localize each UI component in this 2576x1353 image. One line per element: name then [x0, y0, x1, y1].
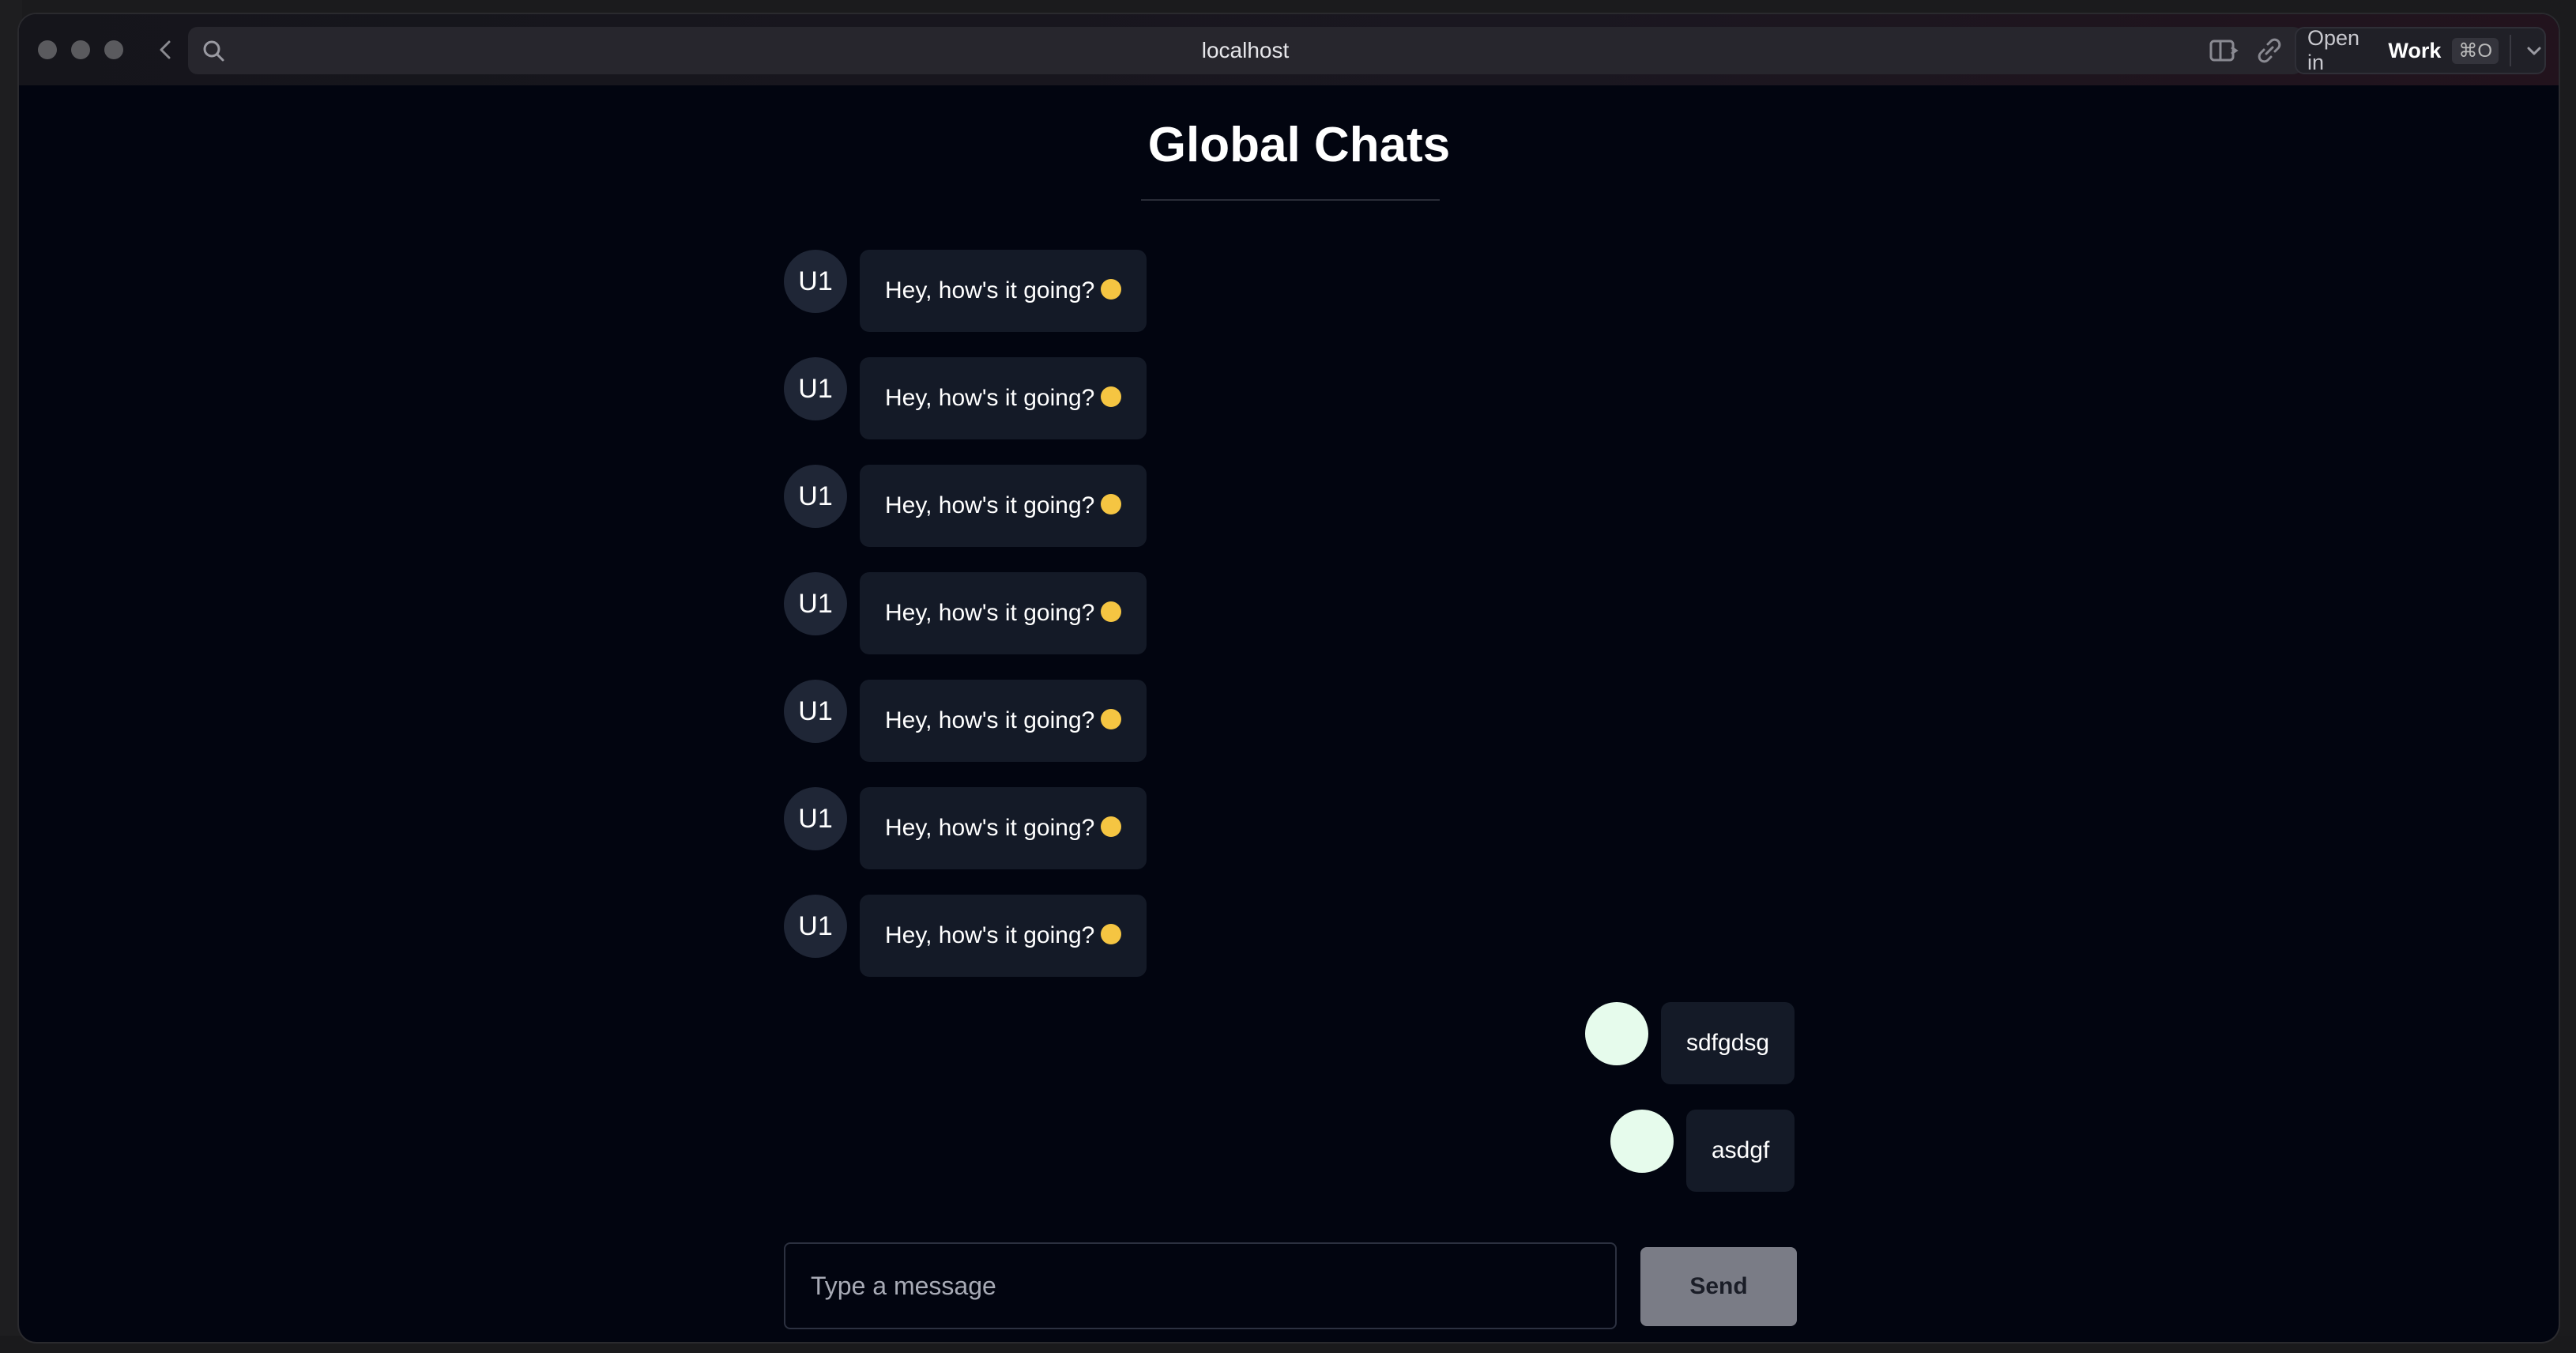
browser-window: localhost Open in Work ⌘O Global Chats U…: [19, 14, 2559, 1342]
title-divider: [1141, 199, 1440, 201]
avatar: U1: [784, 680, 847, 743]
message-text: sdfgdsg: [1686, 1030, 1770, 1056]
message-input[interactable]: [784, 1242, 1617, 1329]
open-in-target: Work: [2388, 38, 2442, 62]
avatar: U1: [784, 250, 847, 313]
message-text: Hey, how's it going?: [885, 707, 1095, 733]
avatar: U1: [784, 787, 847, 850]
sidebar-toggle-icon[interactable]: [2208, 36, 2239, 65]
message-text: Hey, how's it going?: [885, 277, 1095, 303]
message-row: U1 Hey, how's it going?: [784, 357, 1147, 439]
smiling-face-emoji-icon: [1101, 924, 1122, 945]
divider: [2510, 35, 2512, 66]
message-text: Hey, how's it going?: [885, 385, 1095, 411]
message-bubble: sdfgdsg: [1661, 1002, 1795, 1084]
avatar: U1: [784, 895, 847, 958]
message-row: U1 Hey, how's it going?: [784, 572, 1147, 654]
open-in-label: Open in: [2307, 26, 2360, 74]
back-button[interactable]: [150, 34, 182, 66]
window-controls: [38, 40, 123, 59]
open-in-work-button[interactable]: Open in Work ⌘O: [2295, 26, 2546, 74]
avatar: U1: [784, 357, 847, 420]
smiling-face-emoji-icon: [1101, 386, 1122, 408]
own-avatar: [1585, 1002, 1648, 1065]
message-text: Hey, how's it going?: [885, 815, 1095, 841]
message-bubble: Hey, how's it going?: [860, 465, 1147, 547]
message-text: asdgf: [1712, 1137, 1770, 1163]
smiling-face-emoji-icon: [1101, 709, 1122, 730]
message-bubble: Hey, how's it going?: [860, 357, 1147, 439]
own-message-row: sdfgdsg: [1585, 1002, 1795, 1084]
message-bubble: Hey, how's it going?: [860, 572, 1147, 654]
message-bubble: Hey, how's it going?: [860, 787, 1147, 869]
smiling-face-emoji-icon: [1101, 816, 1122, 838]
send-button[interactable]: Send: [1640, 1247, 1797, 1326]
zoom-window-button[interactable]: [104, 40, 123, 59]
minimize-window-button[interactable]: [71, 40, 90, 59]
chat-page: Global Chats U1 Hey, how's it going? U1 …: [19, 85, 2559, 1342]
page-title: Global Chats: [1147, 118, 1451, 172]
smiling-face-emoji-icon: [1101, 494, 1122, 515]
message-bubble: Hey, how's it going?: [860, 680, 1147, 762]
smiling-face-emoji-icon: [1101, 601, 1122, 623]
avatar: U1: [784, 572, 847, 635]
message-row: U1 Hey, how's it going?: [784, 895, 1147, 977]
message-text: Hey, how's it going?: [885, 600, 1095, 626]
close-window-button[interactable]: [38, 40, 57, 59]
link-icon[interactable]: [2254, 36, 2285, 65]
message-row: U1 Hey, how's it going?: [784, 787, 1147, 869]
keyboard-shortcut-badge: ⌘O: [2452, 37, 2499, 64]
message-bubble: Hey, how's it going?: [860, 250, 1147, 332]
avatar: U1: [784, 465, 847, 528]
url-text: localhost: [1201, 38, 1290, 62]
address-bar[interactable]: localhost: [188, 27, 2303, 74]
message-row: U1 Hey, how's it going?: [784, 465, 1147, 547]
message-text: Hey, how's it going?: [885, 922, 1095, 948]
own-message-row: asdgf: [1610, 1110, 1795, 1192]
chevron-down-icon[interactable]: [2524, 40, 2544, 61]
message-row: U1 Hey, how's it going?: [784, 250, 1147, 332]
message-row: U1 Hey, how's it going?: [784, 680, 1147, 762]
message-text: Hey, how's it going?: [885, 492, 1095, 518]
message-bubble: Hey, how's it going?: [860, 895, 1147, 977]
smiling-face-emoji-icon: [1101, 279, 1122, 300]
message-bubble: asdgf: [1686, 1110, 1795, 1192]
chevron-left-icon: [160, 40, 171, 59]
own-avatar: [1610, 1110, 1674, 1173]
browser-titlebar: localhost Open in Work ⌘O: [19, 14, 2559, 85]
